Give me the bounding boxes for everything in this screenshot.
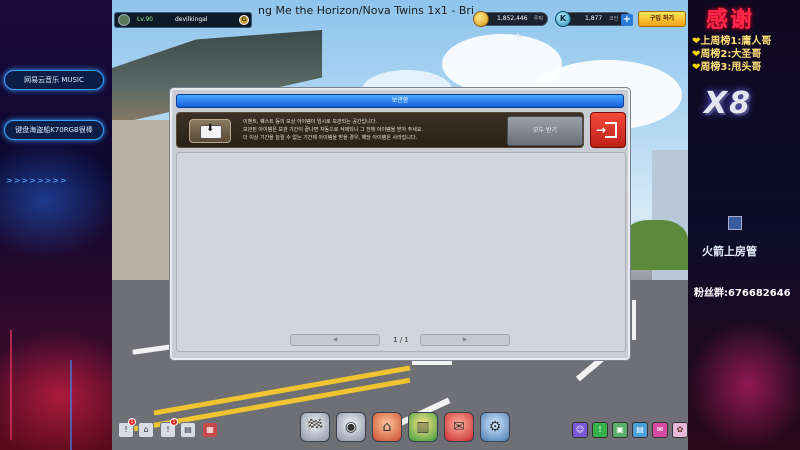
- bird-icon: ✈: [514, 32, 523, 43]
- music-badge: 网易云音乐 MUSIC: [4, 70, 104, 90]
- game-viewport: Lv.90 devilkingal G ng Me the Horizon/No…: [112, 0, 688, 450]
- menu-icon[interactable]: ▤: [180, 422, 196, 438]
- trees: [622, 220, 688, 270]
- fan-group-number: 粉丝群:676682646: [694, 288, 791, 299]
- rank-name: 甩头哥: [731, 62, 762, 73]
- coin-counter: 1,852,446 루찌: [473, 11, 548, 27]
- notification-badge: 1: [128, 418, 136, 426]
- pagination: ◀ 1 / 1 ▶: [290, 334, 514, 346]
- rank-icon: G: [239, 15, 249, 25]
- door-icon: [605, 122, 617, 138]
- neon-streak: [70, 360, 72, 450]
- prev-page-button[interactable]: ◀: [290, 334, 380, 346]
- message-icon[interactable]: ✉: [652, 422, 668, 438]
- road-line: [412, 360, 452, 365]
- stream-right-panel: 感谢 ❤上周榜1:庸人哥 ❤周榜2:大圣哥 ❤周榜3:甩头哥 X8 火箭上房管 …: [688, 0, 800, 450]
- song-ticker: ng Me the Horizon/Nova Twins 1x1 - Bri: [258, 4, 474, 17]
- buy-button[interactable]: 구입 하기: [638, 11, 686, 27]
- item-list: [176, 152, 626, 352]
- top-hud: Lv.90 devilkingal G ng Me the Horizon/No…: [112, 4, 688, 28]
- coin-unit: 루찌: [533, 16, 543, 22]
- dialog-title: 보관함: [176, 94, 624, 108]
- rocket-label: 火箭上房管: [702, 245, 757, 258]
- player-info[interactable]: Lv.90 devilkingal G: [114, 12, 252, 28]
- next-page-button[interactable]: ▶: [420, 334, 510, 346]
- notification-badge: 1: [170, 418, 178, 426]
- kp-unit: 코인: [609, 16, 619, 22]
- notice-bar: ⬇ 이벤트, 퀘스트 등의 보상 아이템이 임시로 보관되는 공간입니다. 보관…: [176, 112, 584, 148]
- notice-line: 보관된 아이템은 보관 기간이 끝나면 자동으로 삭제되니 그 전에 아이템을 …: [243, 127, 424, 133]
- storage-box-icon: ⬇: [189, 119, 231, 143]
- home-icon[interactable]: ⌂: [138, 422, 154, 438]
- gift-icon[interactable]: ▦: [202, 422, 218, 438]
- add-kp-button[interactable]: +: [621, 14, 633, 26]
- avatar: [118, 14, 130, 26]
- kp-coin-icon: K: [555, 11, 571, 27]
- exit-arrow-icon: →: [596, 123, 607, 137]
- keyboard-badge: 键盘海盗船K70RGB很棒: [4, 120, 104, 140]
- road-line: [632, 300, 636, 340]
- player-level: Lv.90: [137, 16, 153, 23]
- race-flag-icon[interactable]: 🏁: [300, 412, 330, 442]
- coin-icon: [473, 11, 489, 27]
- notice-line: 더 이상 기간을 늘릴 수 없는 기간제 아이템을 받을 경우, 해당 아이템은…: [243, 135, 418, 141]
- stream-left-panel: 网易云音乐 MUSIC 键盘海盗船K70RGB很棒 >>>>>>>>: [0, 0, 112, 450]
- coin-value: 1,852,446: [497, 15, 528, 22]
- receive-all-button[interactable]: 모두 받기: [507, 116, 583, 146]
- mail-icon[interactable]: ✉: [444, 412, 474, 442]
- friends-icon[interactable]: ☺: [572, 422, 588, 438]
- notice-line: 이벤트, 퀘스트 등의 보상 아이템이 임시로 보관되는 공간입니다.: [243, 119, 377, 125]
- kp-value: 1,877: [585, 15, 603, 22]
- neon-streak: [10, 330, 12, 440]
- rocket-icon: [728, 216, 742, 230]
- thanks-title: 感谢: [706, 7, 755, 33]
- arrow-decoration: >>>>>>>>: [6, 176, 68, 185]
- rank-row: ❤周榜3:甩头哥: [692, 58, 761, 73]
- list-icon[interactable]: ▤: [632, 422, 648, 438]
- inventory-icon[interactable]: ▣: [612, 422, 628, 438]
- main-menu-bar: 🏁 ◉ ⌂ ▥ ✉ ⚙: [300, 412, 510, 444]
- alert-icon[interactable]: !: [592, 422, 608, 438]
- speedometer-icon[interactable]: ◉: [336, 412, 366, 442]
- storage-dialog: 보관함 ⬇ 이벤트, 퀘스트 등의 보상 아이템이 임시로 보관되는 공간입니다…: [170, 88, 630, 360]
- flower-icon[interactable]: ✿: [672, 422, 688, 438]
- shop-icon[interactable]: ▥: [408, 412, 438, 442]
- pink-glow-decoration: [688, 320, 800, 450]
- player-name: devilkingal: [175, 16, 208, 23]
- exit-button[interactable]: →: [590, 112, 626, 148]
- red-glow-decoration: [0, 330, 112, 450]
- kp-counter: K 1,877 코인 +: [555, 11, 633, 27]
- settings-icon[interactable]: ⚙: [480, 412, 510, 442]
- rank-label: 周榜3:: [700, 62, 732, 73]
- blue-glow-decoration: [0, 140, 112, 260]
- x8-logo: X8: [704, 86, 753, 121]
- garage-icon[interactable]: ⌂: [372, 412, 402, 442]
- notice-text: 이벤트, 퀘스트 등의 보상 아이템이 임시로 보관되는 공간입니다. 보관된 …: [243, 118, 507, 142]
- page-indicator: 1 / 1: [393, 336, 409, 344]
- download-arrow-icon: ⬇: [206, 123, 215, 134]
